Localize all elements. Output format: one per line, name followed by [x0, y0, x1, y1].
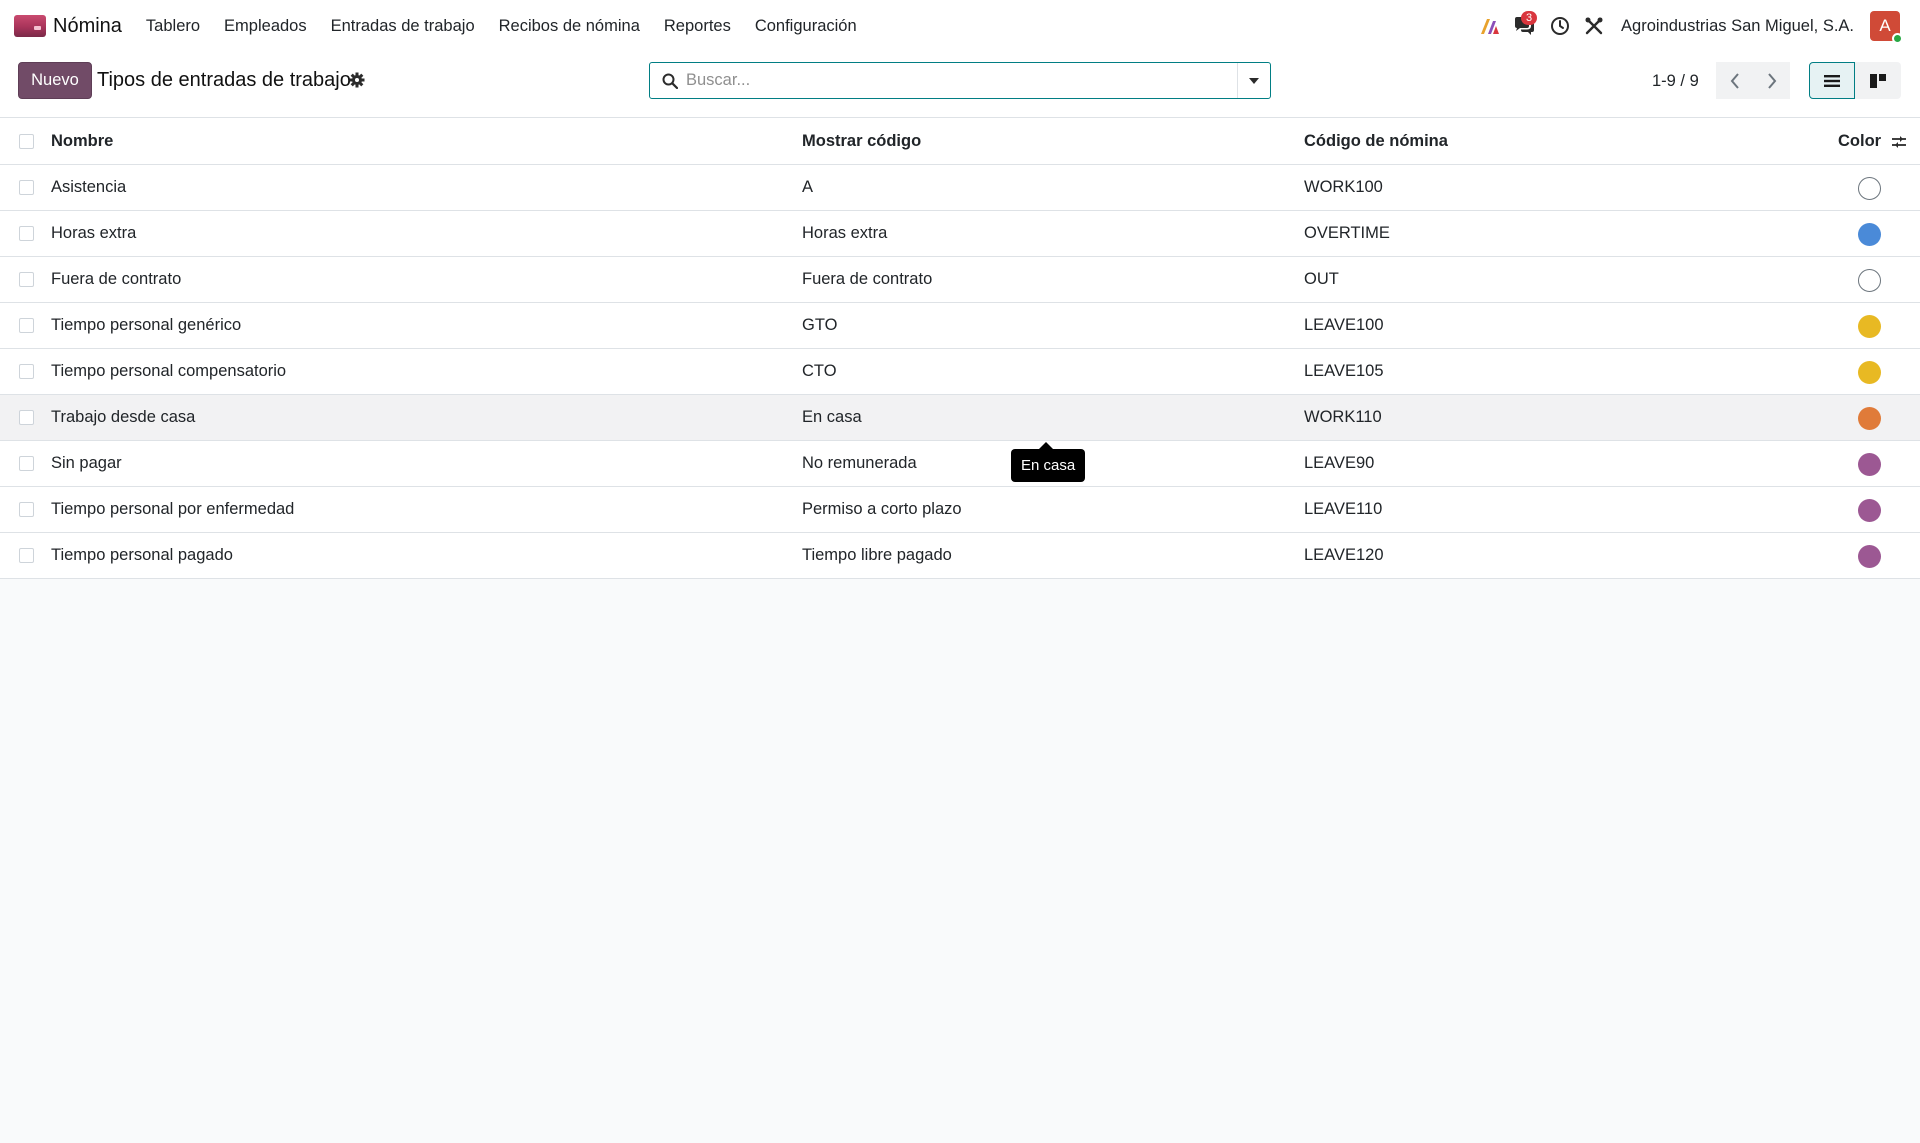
cell-payroll-code: WORK100	[1304, 178, 1383, 196]
cell-display-code: Horas extra	[802, 224, 888, 242]
menu-item-entradas-de-trabajo[interactable]: Entradas de trabajo	[319, 17, 487, 36]
search-options-toggle[interactable]	[1237, 63, 1270, 98]
control-panel: Nuevo Tipos de entradas de trabajo 1-9 /…	[0, 52, 1920, 118]
cell-name: Tiempo personal compensatorio	[51, 362, 287, 380]
color-swatch[interactable]	[1858, 315, 1881, 338]
column-header-name[interactable]: Nombre	[51, 132, 113, 151]
table-row[interactable]: Sin pagar No remunerada LEAVE90	[0, 441, 1920, 487]
pager-next-button[interactable]	[1753, 62, 1790, 99]
row-checkbox[interactable]	[19, 272, 34, 287]
table-row[interactable]: Tiempo personal pagado Tiempo libre pagad…	[0, 533, 1920, 579]
online-status-icon	[1892, 33, 1903, 44]
cell-display-code: Fuera de contrato	[802, 270, 933, 288]
table-row[interactable]: Horas extra Horas extra OVERTIME	[0, 211, 1920, 257]
cell-display-code: A	[802, 178, 814, 196]
cell-display-code: CTO	[802, 362, 837, 380]
row-checkbox[interactable]	[19, 226, 34, 241]
row-checkbox[interactable]	[19, 456, 34, 471]
column-header-color[interactable]: Color	[1838, 132, 1881, 151]
cell-payroll-code: OUT	[1304, 270, 1339, 288]
top-navbar: Nómina Tablero Empleados Entradas de tra…	[0, 0, 1920, 52]
table-row[interactable]: Tiempo personal por enfermedad Permiso a …	[0, 487, 1920, 533]
user-avatar[interactable]: A	[1870, 11, 1903, 44]
kanban-view-button[interactable]	[1855, 62, 1901, 99]
color-swatch[interactable]	[1858, 269, 1881, 292]
menu-item-configuracion[interactable]: Configuración	[743, 17, 869, 36]
cell-name: Tiempo personal genérico	[51, 316, 242, 334]
cell-payroll-code: WORK110	[1304, 408, 1382, 426]
row-checkbox[interactable]	[19, 318, 34, 333]
cell-payroll-code: LEAVE100	[1304, 316, 1384, 334]
cell-payroll-code: LEAVE110	[1304, 500, 1383, 518]
kanban-view-icon	[1870, 73, 1886, 88]
chevron-right-icon	[1767, 72, 1776, 89]
cell-display-code: Tiempo libre pagado	[802, 546, 952, 564]
table-row[interactable]: Fuera de contrato Fuera de contrato OUT	[0, 257, 1920, 303]
menu-item-recibos-de-nomina[interactable]: Recibos de nómina	[487, 17, 652, 36]
cell-payroll-code: LEAVE120	[1304, 546, 1384, 564]
cell-display-code: No remunerada	[802, 454, 917, 472]
page-title: Tipos de entradas de trabajo	[97, 69, 351, 91]
cell-payroll-code: LEAVE90	[1304, 454, 1375, 472]
company-switcher[interactable]: Agroindustrias San Miguel, S.A.	[1621, 17, 1854, 36]
cell-payroll-code: LEAVE105	[1304, 362, 1384, 380]
cell-display-code: Permiso a corto plazo	[802, 500, 962, 518]
color-swatch[interactable]	[1858, 223, 1881, 246]
menu-item-tablero[interactable]: Tablero	[134, 17, 212, 36]
ai-assistant-icon[interactable]	[1475, 0, 1505, 52]
row-checkbox[interactable]	[19, 502, 34, 517]
pager-previous-button[interactable]	[1716, 62, 1753, 99]
row-checkbox[interactable]	[19, 364, 34, 379]
menu-item-empleados[interactable]: Empleados	[212, 17, 319, 36]
app-name[interactable]: Nómina	[53, 15, 122, 38]
column-header-display-code[interactable]: Mostrar código	[802, 132, 921, 151]
gear-icon[interactable]	[349, 72, 365, 93]
list-view-button[interactable]	[1809, 62, 1855, 99]
color-swatch[interactable]	[1858, 361, 1881, 384]
cell-display-code: En casa	[802, 408, 862, 426]
tooltip: En casa	[1011, 442, 1086, 482]
select-all-checkbox[interactable]	[19, 134, 34, 149]
chevron-left-icon	[1730, 72, 1739, 89]
color-swatch[interactable]	[1858, 453, 1881, 476]
cell-payroll-code: OVERTIME	[1304, 224, 1390, 242]
messages-icon[interactable]: 3	[1505, 0, 1543, 52]
table-row[interactable]: Trabajo desde casa En casa WORK110	[0, 395, 1920, 441]
cell-name: Tiempo personal pagado	[51, 546, 233, 564]
cell-display-code: GTO	[802, 316, 838, 334]
table-row[interactable]: Tiempo personal genérico GTO LEAVE100	[0, 303, 1920, 349]
row-checkbox[interactable]	[19, 180, 34, 195]
cell-name: Sin pagar	[51, 454, 122, 472]
table-row[interactable]: Tiempo personal compensatorio CTO LEAVE105	[0, 349, 1920, 395]
search-input[interactable]	[686, 64, 1237, 97]
cell-name: Tiempo personal por enfermedad	[51, 500, 295, 518]
pager-value[interactable]: 1-9 / 9	[1652, 72, 1699, 91]
cell-name: Horas extra	[51, 224, 137, 242]
table-row[interactable]: Asistencia A WORK100	[0, 165, 1920, 211]
activity-clock-icon[interactable]	[1543, 0, 1577, 52]
menu-item-reportes[interactable]: Reportes	[652, 17, 743, 36]
debug-tools-icon[interactable]	[1577, 0, 1611, 52]
color-swatch[interactable]	[1858, 177, 1881, 200]
row-checkbox[interactable]	[19, 548, 34, 563]
search-bar	[649, 62, 1271, 99]
optional-columns-icon[interactable]	[1891, 134, 1907, 154]
row-checkbox[interactable]	[19, 410, 34, 425]
table-header: Nombre Mostrar código Código de nómina C…	[0, 118, 1920, 165]
avatar-letter: A	[1879, 16, 1891, 35]
work-entry-types-table: Nombre Mostrar código Código de nómina C…	[0, 118, 1920, 579]
color-swatch[interactable]	[1858, 499, 1881, 522]
messages-count-badge: 3	[1521, 11, 1538, 25]
list-view-icon	[1824, 74, 1840, 87]
search-icon	[662, 73, 678, 89]
color-swatch[interactable]	[1858, 407, 1881, 430]
cell-name: Asistencia	[51, 178, 127, 196]
payroll-app-icon[interactable]	[14, 15, 46, 37]
caret-down-icon	[1249, 77, 1259, 84]
cell-name: Trabajo desde casa	[51, 408, 196, 426]
cell-name: Fuera de contrato	[51, 270, 182, 288]
column-header-payroll-code[interactable]: Código de nómina	[1304, 132, 1448, 151]
color-swatch[interactable]	[1858, 545, 1881, 568]
new-button[interactable]: Nuevo	[18, 62, 92, 99]
